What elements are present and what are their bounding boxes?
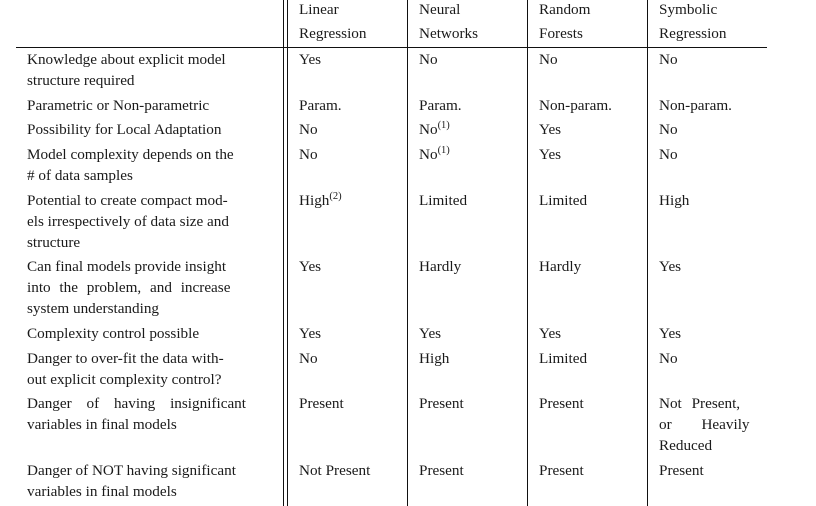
header-line: Networks xyxy=(419,25,479,42)
cell-neural-networks: No xyxy=(419,51,438,68)
header-random-forests: Random Forests xyxy=(539,0,590,44)
cell-symbolic-regression: No xyxy=(659,121,678,138)
cell-neural-networks: Yes xyxy=(419,325,442,342)
cell-neural-networks: No(1) xyxy=(419,144,450,165)
cell-symbolic-regression: Yes xyxy=(659,325,682,342)
cell-neural-networks: Present xyxy=(419,462,464,479)
header-linear-regression: Linear Regression xyxy=(299,0,367,44)
criterion-line: Potential to create compact mod- xyxy=(27,192,228,209)
cell-neural-networks: Limited xyxy=(419,192,468,209)
row-criterion: Potential to create compact mod- els irr… xyxy=(27,190,273,253)
cell-random-forests: Limited xyxy=(539,350,588,367)
cell-symbolic-regression: High xyxy=(659,192,690,209)
cell-line: Not Present, xyxy=(659,395,741,412)
header-line: Regression xyxy=(299,25,367,42)
header-line: Regression xyxy=(659,25,727,42)
header-line: Forests xyxy=(539,25,583,42)
cell-linear-regression: No xyxy=(299,350,318,367)
double-rule-left xyxy=(283,0,285,506)
criterion-line: Danger of having insignificant xyxy=(27,395,246,412)
criterion-line: into the problem, and increase xyxy=(27,279,231,296)
cell-linear-regression: Yes xyxy=(299,51,322,68)
double-rule-right xyxy=(287,0,289,506)
cell-neural-networks: Present xyxy=(419,395,464,412)
criterion-line: variables in final models xyxy=(27,416,177,433)
cell-linear-regression: No xyxy=(299,121,318,138)
header-line: Random xyxy=(539,1,591,18)
criterion-line: out explicit complexity control? xyxy=(27,371,222,388)
cell-symbolic-regression: Not Present, or Heavily Reduced xyxy=(659,393,757,456)
header-line: Neural xyxy=(419,1,461,18)
criterion-line: Can final models provide insight xyxy=(27,258,227,275)
cell-value: High xyxy=(299,192,330,209)
cell-value: No xyxy=(419,146,438,163)
header-line: Symbolic xyxy=(659,1,718,18)
cell-random-forests: Present xyxy=(539,462,584,479)
footnote-marker: (2) xyxy=(329,191,342,202)
cell-symbolic-regression: No xyxy=(659,350,678,367)
header-line: Linear xyxy=(299,1,339,18)
row-criterion: Danger of NOT having significant variabl… xyxy=(27,460,273,502)
cell-neural-networks: Hardly xyxy=(419,258,462,275)
footnote-marker: (1) xyxy=(437,145,450,156)
column-rule xyxy=(527,0,529,506)
cell-linear-regression: Yes xyxy=(299,325,322,342)
cell-linear-regression: Param. xyxy=(299,97,342,114)
row-criterion: Model complexity depends on the # of dat… xyxy=(27,144,273,186)
cell-symbolic-regression: Non-param. xyxy=(659,97,732,114)
row-criterion: Complexity control possible xyxy=(27,325,200,342)
cell-neural-networks: No(1) xyxy=(419,119,450,140)
footnote-marker: (1) xyxy=(437,120,450,131)
cell-symbolic-regression: Yes xyxy=(659,258,682,275)
row-criterion: Parametric or Non-parametric xyxy=(27,97,210,114)
criterion-line: Knowledge about explicit model xyxy=(27,51,226,68)
criterion-line: Danger of NOT having significant xyxy=(27,462,236,479)
cell-symbolic-regression: No xyxy=(659,51,678,68)
cell-symbolic-regression: No xyxy=(659,146,678,163)
cell-neural-networks: Param. xyxy=(419,97,462,114)
cell-random-forests: Limited xyxy=(539,192,588,209)
cell-line: or Heavily xyxy=(659,416,750,433)
column-rule xyxy=(407,0,409,506)
cell-random-forests: Hardly xyxy=(539,258,582,275)
cell-line: Reduced xyxy=(659,437,713,454)
row-criterion: Danger to over-fit the data with- out ex… xyxy=(27,348,273,390)
header-neural-networks: Neural Networks xyxy=(419,0,478,44)
criterion-line: variables in final models xyxy=(27,483,177,500)
criterion-line: Model complexity depends on the xyxy=(27,146,234,163)
cell-random-forests: Non-param. xyxy=(539,97,612,114)
cell-linear-regression: High(2) xyxy=(299,190,342,211)
cell-neural-networks: High xyxy=(419,350,450,367)
row-criterion: Can final models provide insight into th… xyxy=(27,256,273,319)
cell-random-forests: Present xyxy=(539,395,584,412)
cell-random-forests: No xyxy=(539,51,558,68)
criterion-line: Danger to over-fit the data with- xyxy=(27,350,224,367)
cell-random-forests: Yes xyxy=(539,121,562,138)
cell-linear-regression: Not Present xyxy=(299,462,371,479)
cell-symbolic-regression: Present xyxy=(659,462,704,479)
cell-value: No xyxy=(419,121,438,138)
cell-random-forests: Yes xyxy=(539,325,562,342)
cell-random-forests: Yes xyxy=(539,146,562,163)
criterion-line: structure xyxy=(27,234,81,251)
column-rule xyxy=(647,0,649,506)
header-symbolic-regression: Symbolic Regression xyxy=(659,0,757,44)
cell-linear-regression: Present xyxy=(299,395,344,412)
criterion-line: # of data samples xyxy=(27,167,133,184)
row-criterion: Possibility for Local Adaptation xyxy=(27,121,222,138)
row-criterion: Knowledge about explicit model structure… xyxy=(27,49,273,91)
row-criterion: Danger of having insignificant variables… xyxy=(27,393,273,435)
criterion-line: structure required xyxy=(27,72,135,89)
criterion-line: els irrespectively of data size and xyxy=(27,213,229,230)
cell-linear-regression: Yes xyxy=(299,258,322,275)
criterion-line: system understanding xyxy=(27,300,160,317)
cell-linear-regression: No xyxy=(299,146,318,163)
